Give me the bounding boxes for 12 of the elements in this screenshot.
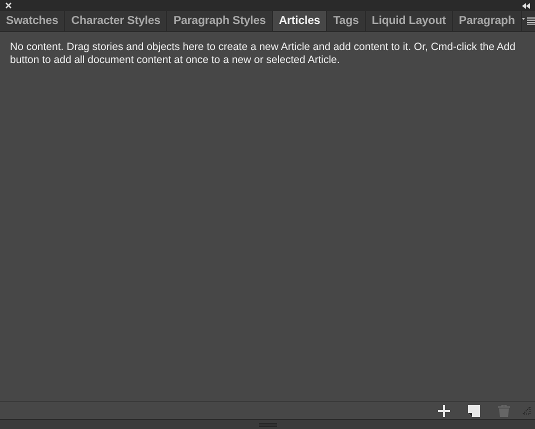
tab[interactable]: Paragraph	[452, 11, 522, 31]
empty-message: No content. Drag stories and objects here to create a new Article and add content to it. Or, Cmd-click the Add button to add all document content at once to a new or selected Article.	[10, 41, 516, 67]
tab[interactable]: Swatches	[0, 11, 66, 31]
tab[interactable]: Character Styles	[65, 11, 168, 31]
close-icon[interactable]	[5, 2, 12, 9]
new-page-icon[interactable]	[468, 404, 480, 416]
tab[interactable]: Liquid Layout	[366, 11, 453, 31]
plus-icon[interactable]	[438, 404, 450, 416]
panel-menu-icon[interactable]	[522, 17, 535, 25]
tab[interactable]: Tags	[327, 11, 366, 31]
collapse-icon[interactable]	[522, 2, 530, 8]
tab[interactable]: Articles	[272, 11, 328, 31]
